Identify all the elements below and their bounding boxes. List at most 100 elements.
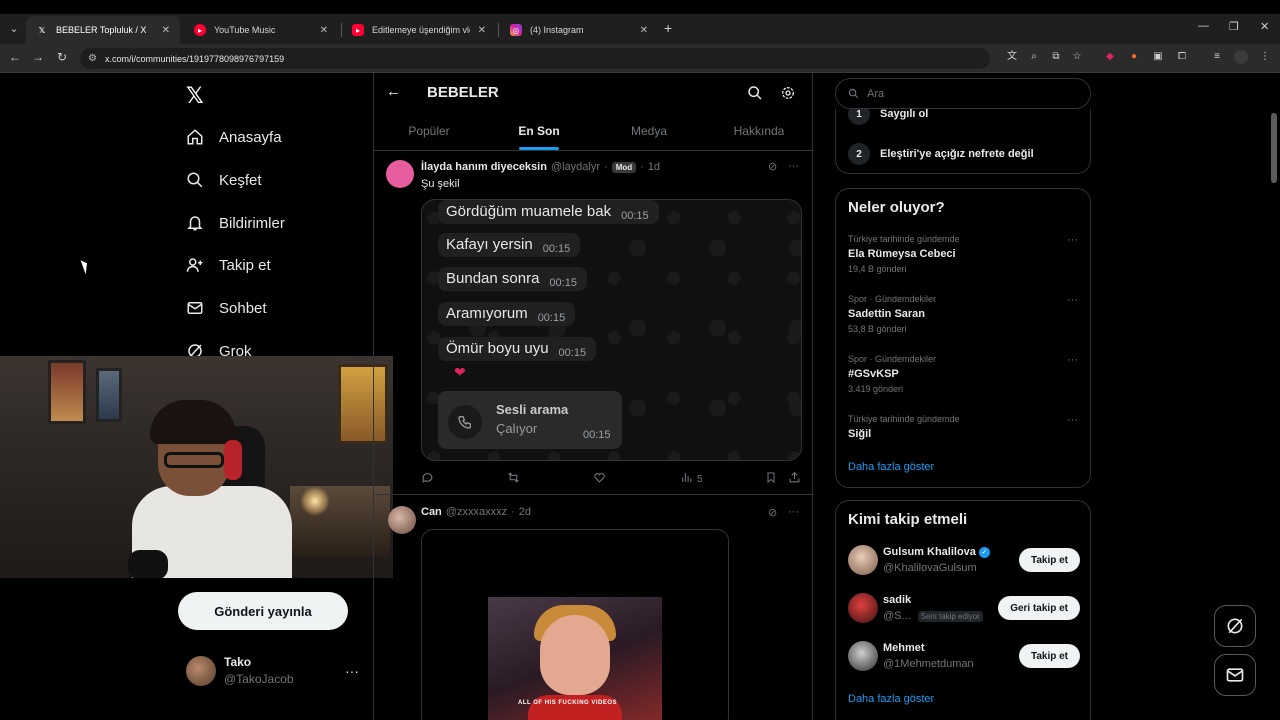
browser-tab-youtube-music[interactable]: ▸ YouTube Music ✕ [184,16,338,44]
trend-item[interactable]: Spor · Gündemdekiler #GSvKSP 3.419 gönde… [848,354,1078,394]
avatar[interactable] [388,506,416,534]
follow-suggestion[interactable]: Gulsum Khalilova ✓ @KhalilovaGulsum Taki… [848,545,1080,579]
nav-item-explore[interactable]: Keşfet [185,170,262,190]
zoom-icon[interactable]: ⌕ [1027,50,1041,64]
follow-back-button[interactable]: Geri takip et [998,596,1080,620]
avatar[interactable] [386,160,414,188]
author-handle[interactable]: @zxxxaxxxz [446,506,507,518]
x-logo-icon: 𝕏 [38,25,46,35]
like-icon[interactable] [593,471,606,484]
more-options-icon[interactable]: ··· [788,506,799,518]
extension-icon[interactable]: ◆ [1103,50,1117,64]
x-logo-icon[interactable]: 𝕏 [186,83,204,109]
share-icon[interactable] [788,471,801,484]
views-button[interactable]: 5 [680,471,703,487]
more-options-icon[interactable]: ··· [345,663,359,679]
extension-icon[interactable]: ● [1127,50,1141,64]
nav-item-notifications[interactable]: Bildirimler [185,213,285,233]
new-tab-button[interactable]: + [664,20,672,36]
phone-call-icon [448,405,482,439]
browser-menu-icon[interactable]: ⋮ [1258,50,1272,64]
profile-avatar-icon[interactable] [1234,50,1248,64]
tweet[interactable]: Can @zxxxaxxxz · 2d ⊘ ··· ALL OF HIS FUC… [374,496,814,720]
site-info-icon[interactable]: ⚙ [88,53,97,64]
grok-icon[interactable]: ⊘ [768,506,777,519]
back-arrow-icon[interactable]: ← [386,83,401,100]
tweet[interactable]: İlayda hanım diyeceksin @laydalyr · Mod … [374,152,814,495]
nav-item-follow[interactable]: Takip et [185,255,271,275]
trend-item[interactable]: Spor · Gündemdekiler Sadettin Saran 53,8… [848,294,1078,334]
more-options-icon[interactable]: ··· [788,160,799,172]
extensions-puzzle-icon[interactable]: ⧠ [1175,50,1189,64]
user-handle-row: @S... Seni takip ediyor [883,610,983,622]
install-app-icon[interactable]: ⧉ [1049,50,1063,64]
more-options-icon[interactable]: ··· [1067,354,1078,366]
nav-item-home[interactable]: Anasayfa [185,127,282,147]
search-input[interactable]: Ara [835,78,1091,109]
bookmark-star-icon[interactable]: ☆ [1070,50,1084,64]
maximize-icon[interactable]: ❐ [1229,20,1239,33]
bell-icon [185,213,205,233]
nav-item-chat[interactable]: Sohbet [185,298,267,318]
minimize-icon[interactable]: — [1198,20,1209,32]
grok-icon[interactable]: ⊘ [768,160,777,173]
author-handle[interactable]: @laydalyr [551,161,600,173]
browser-tab-instagram[interactable]: ◎ (4) Instagram ✕ [500,16,658,44]
reload-icon[interactable]: ↻ [54,50,70,64]
heart-reaction-icon: ❤ [454,364,466,380]
show-more-link[interactable]: Daha fazla göster [848,693,934,705]
author-name[interactable]: İlayda hanım diyeceksin [421,161,547,173]
close-icon[interactable]: ✕ [640,25,648,36]
tweet-video[interactable]: ALL OF HIS FUCKING VIDEOS [421,529,729,720]
more-options-icon[interactable]: ··· [1067,234,1078,246]
browser-tab-youtube[interactable]: ▸ Editlemeye üşendiğim vlog - Yo ✕ [342,16,496,44]
tweet-image[interactable]: Gördüğüm muamele bak 00:15 Kafayı yersin… [421,199,802,461]
trend-name: Siğil [848,428,872,440]
trend-name: #GSvKSP [848,368,899,380]
url-field[interactable]: ⚙ x.com/i/communities/191977809897679715… [80,48,990,69]
back-icon[interactable]: ← [7,50,23,64]
avatar[interactable] [848,593,878,623]
post-button[interactable]: Gönderi yayınla [178,592,348,630]
tab-about[interactable]: Hakkında [704,113,814,150]
user-name: Mehmet [883,642,925,654]
trend-item[interactable]: Türkiye tarihinde gündemde Siğil ··· [848,414,1078,440]
close-icon[interactable]: ✕ [162,25,170,36]
media-control-icon[interactable]: ≡ [1210,50,1224,64]
bookmark-icon[interactable] [765,471,777,484]
follow-button[interactable]: Takip et [1018,548,1080,572]
tweet-time[interactable]: 2d [519,506,531,518]
extension-icon[interactable]: ▣ [1151,50,1165,64]
window-close-icon[interactable]: ✕ [1260,20,1269,33]
close-icon[interactable]: ✕ [320,25,328,36]
video-thumbnail: ALL OF HIS FUCKING VIDEOS [488,597,662,720]
repost-icon[interactable] [507,471,520,484]
avatar[interactable] [848,641,878,671]
forward-icon[interactable]: → [30,50,46,64]
avatar[interactable] [848,545,878,575]
tab-media[interactable]: Medya [594,113,704,150]
more-options-icon[interactable]: ··· [1067,294,1078,306]
messages-fab-button[interactable] [1214,654,1256,696]
tab-search-button[interactable]: ⌄ [4,19,24,39]
browser-tab-x[interactable]: 𝕏 BEBELER Topluluk / X ✕ [26,16,180,44]
follow-suggestion[interactable]: sadik @S... Seni takip ediyor Geri takip… [848,593,1080,627]
show-more-link[interactable]: Daha fazla göster [848,461,934,473]
tab-latest[interactable]: En Son [484,113,594,150]
profile-handle: @TakoJacob [224,672,294,686]
translate-icon[interactable]: 文 [1005,50,1019,64]
close-icon[interactable]: ✕ [478,25,486,36]
account-switcher[interactable]: Tako @TakoJacob [186,655,294,686]
tab-popular[interactable]: Popüler [374,113,484,150]
more-options-icon[interactable]: ··· [1067,414,1078,426]
search-icon[interactable] [745,83,765,103]
reply-icon[interactable] [421,471,434,484]
tweet-time[interactable]: 1d [648,161,660,173]
grok-fab-button[interactable] [1214,605,1256,647]
settings-gear-icon[interactable] [778,83,798,103]
follow-button[interactable]: Takip et [1018,644,1080,668]
follow-suggestion[interactable]: Mehmet @1Mehmetduman Takip et [848,641,1080,675]
page-scrollbar[interactable] [1271,113,1277,183]
author-name[interactable]: Can [421,506,442,518]
trend-item[interactable]: Türkiye tarihinde gündemde Ela Rümeysa C… [848,234,1078,274]
